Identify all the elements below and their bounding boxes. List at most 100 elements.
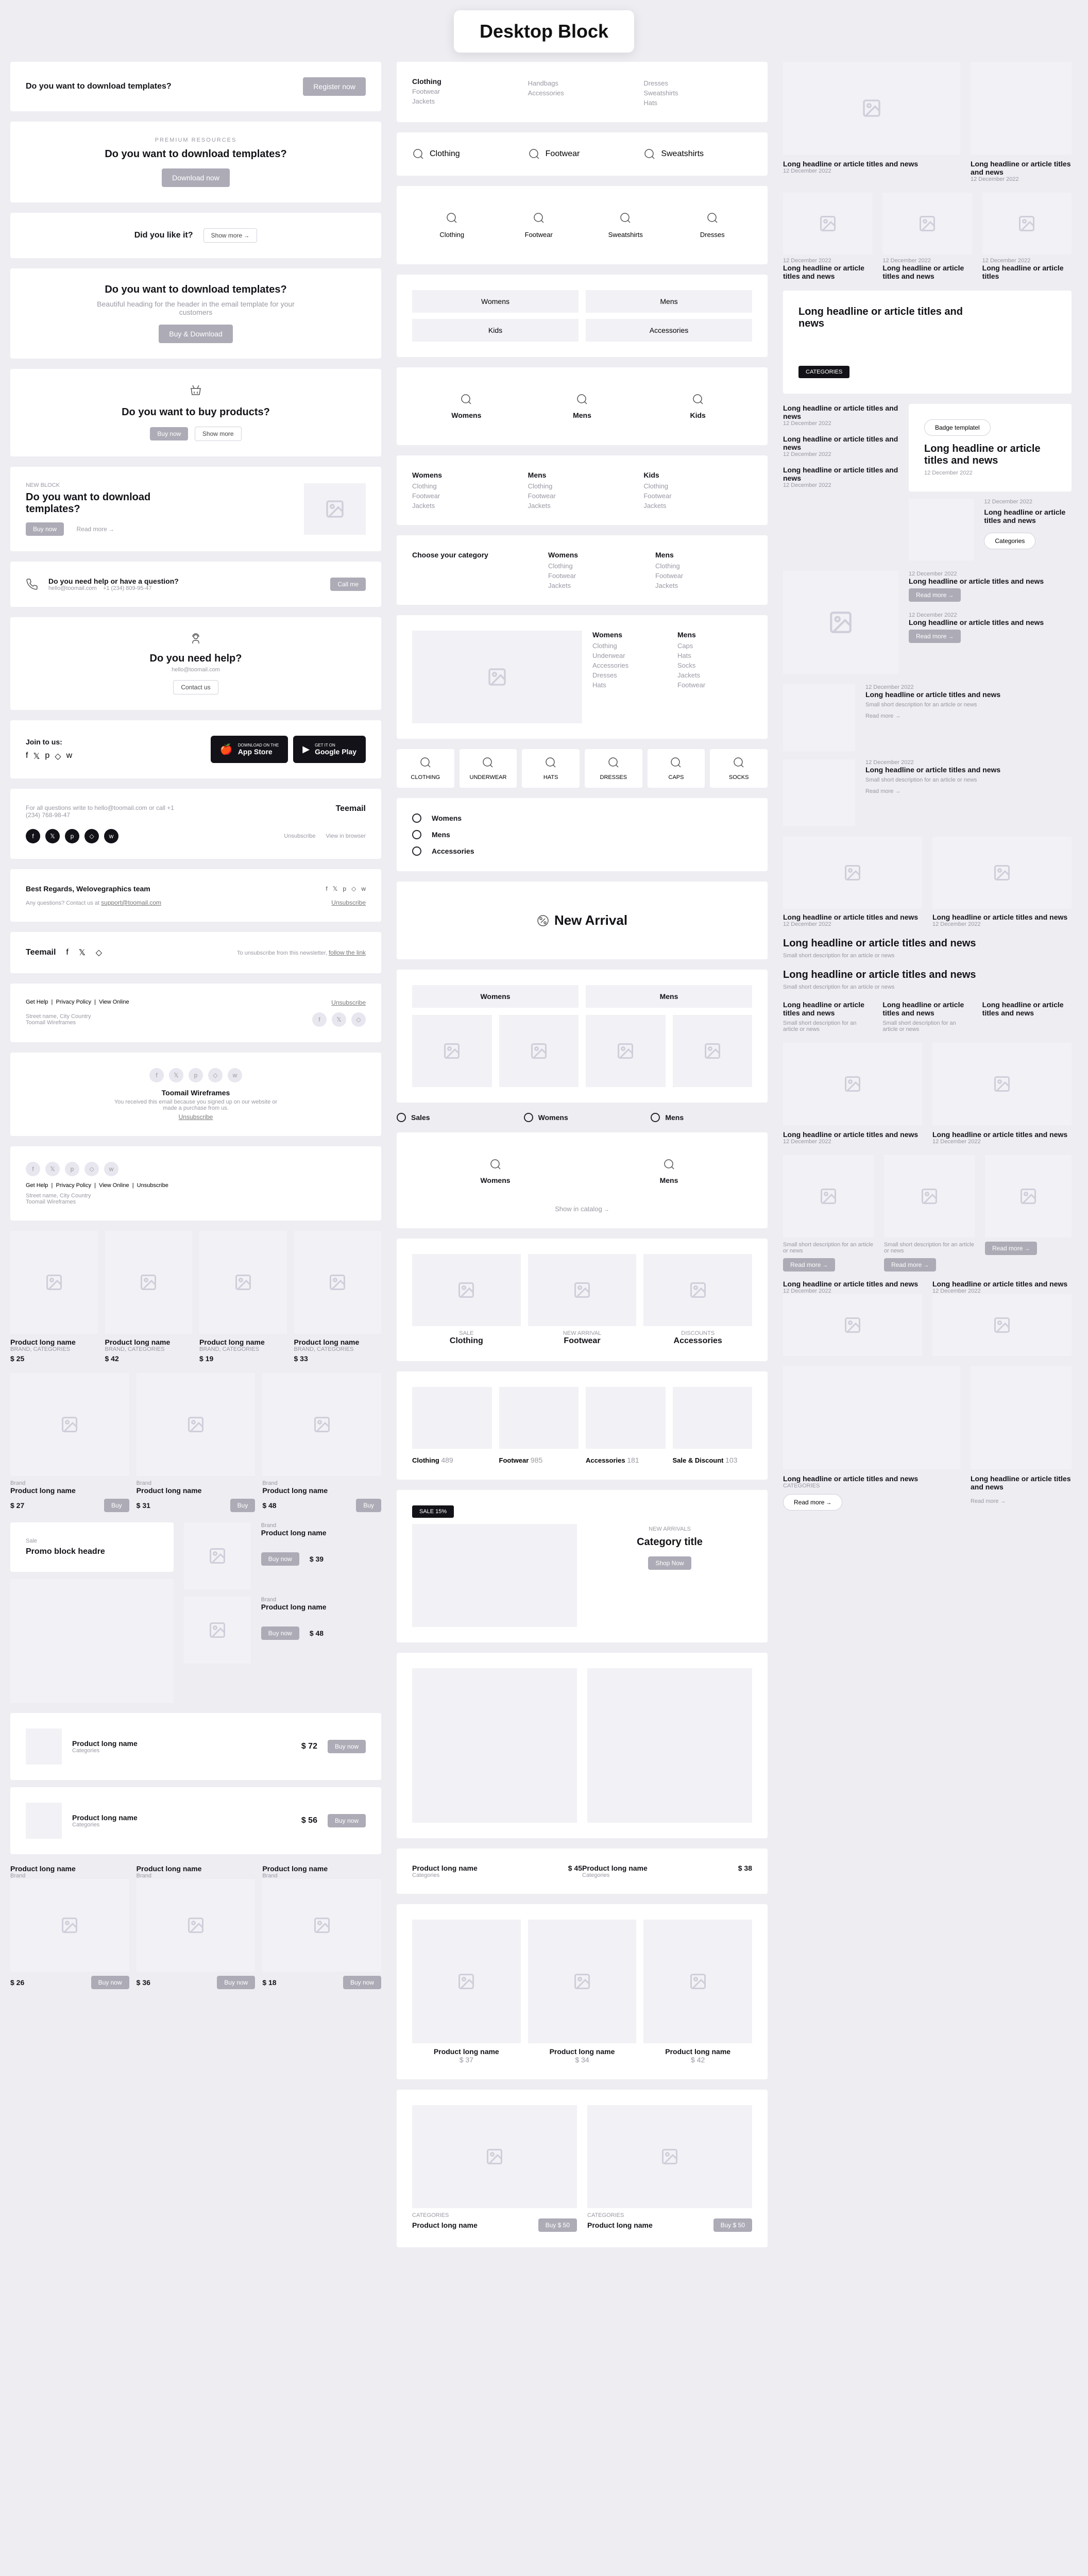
twitter-icon[interactable]: 𝕏 — [333, 885, 338, 892]
product-card[interactable]: CATEGORIESProduct long nameBuy $ 50 — [587, 2105, 752, 2232]
buy-button[interactable]: Buy now — [91, 1976, 129, 1989]
read-more-button[interactable]: Read more — [909, 630, 961, 643]
category-tab[interactable]: Womens — [412, 290, 579, 313]
category-tile[interactable]: Womens — [412, 383, 521, 430]
article-title[interactable]: Long headline or article titles and news — [971, 1475, 1072, 1491]
product-card[interactable]: Product long nameBRAND, CATEGORIES$ 33 — [294, 1231, 382, 1363]
read-more-link[interactable]: Read more — [76, 526, 114, 533]
twitter-icon[interactable]: 𝕏 — [332, 1012, 346, 1027]
read-more-link[interactable]: Read more — [865, 788, 900, 794]
show-more-button[interactable]: Show more — [203, 228, 258, 243]
article-card[interactable]: Long headline or article titles and news — [982, 1001, 1072, 1032]
article-card[interactable]: Long headline or article titles and news… — [783, 837, 922, 927]
register-button[interactable]: Register now — [303, 77, 366, 96]
category-tile[interactable]: NEW ARRIVALFootwear — [528, 1254, 637, 1346]
googleplay-button[interactable]: ▶ GET IT ONGoogle Play — [293, 736, 366, 763]
product-row[interactable]: Product long nameCategories$ 72Buy now — [10, 1713, 381, 1780]
facebook-icon[interactable]: f — [149, 1068, 164, 1082]
category-tab[interactable]: Womens — [412, 985, 579, 1008]
category-tile[interactable]: DISCOUNTSAccessories — [643, 1254, 752, 1346]
category-tile[interactable]: Clothing — [412, 201, 492, 249]
category-tile[interactable]: Kids — [643, 383, 752, 430]
twitter-icon[interactable]: 𝕏 — [45, 1162, 60, 1176]
buy-now-button[interactable]: Buy now — [26, 522, 64, 536]
article-row[interactable]: 12 December 2022Long headline or article… — [783, 684, 1072, 751]
unsubscribe-link[interactable]: follow the link — [329, 949, 366, 956]
article-title[interactable]: Long headline or article titles and news — [783, 1475, 960, 1483]
pinterest-icon[interactable]: p — [189, 1068, 203, 1082]
product-card[interactable]: Product long name$ 34 — [528, 1920, 637, 2064]
facebook-icon[interactable]: f — [326, 885, 327, 892]
category-tile[interactable]: Mens — [528, 383, 637, 430]
categories-button[interactable]: Categories — [984, 533, 1035, 549]
read-more-link[interactable]: Read more — [865, 713, 900, 719]
article-row[interactable]: 12 December 2022Long headline or article… — [783, 759, 1072, 826]
buy-download-button[interactable]: Buy & Download — [159, 325, 233, 343]
read-more-button[interactable]: Read more — [909, 588, 961, 602]
buy-button[interactable]: Buy $ 50 — [538, 2218, 577, 2232]
category-tile[interactable]: Dresses — [673, 201, 753, 249]
category-row[interactable]: Womens — [412, 814, 752, 823]
article-item[interactable]: Long headline or article titles and news… — [783, 404, 898, 427]
category-tab[interactable]: Sweatshirts — [643, 148, 752, 160]
category-tile[interactable]: Sweatshirts — [586, 201, 666, 249]
twitter-icon[interactable]: 𝕏 — [79, 947, 86, 958]
article-item[interactable]: Long headline or article titles and news… — [783, 435, 898, 457]
contact-button[interactable]: Contact us — [173, 680, 218, 694]
pinterest-icon[interactable]: p — [65, 1162, 79, 1176]
product-card[interactable]: Product long nameBrand$ 36Buy now — [137, 1865, 256, 1989]
category-tile[interactable]: Mens — [586, 1148, 752, 1195]
instagram-icon[interactable]: ◇ — [84, 1162, 99, 1176]
instagram-icon[interactable]: ◇ — [55, 751, 61, 761]
product-card[interactable]: Product long nameBRAND, CATEGORIES$ 42 — [105, 1231, 193, 1363]
article-card[interactable]: Read more — [985, 1155, 1072, 1272]
facebook-icon[interactable]: f — [26, 1162, 40, 1176]
article-card[interactable]: Long headline or article titles and news… — [932, 1280, 1072, 1356]
read-more-link[interactable]: Read more — [971, 1498, 1006, 1504]
article-card[interactable]: Long headline or article titles and news… — [783, 1280, 922, 1356]
category-tile[interactable]: Womens — [412, 1148, 579, 1195]
article-card[interactable]: Small short description for an article o… — [783, 1155, 874, 1272]
facebook-icon[interactable]: f — [26, 751, 28, 761]
read-more-button[interactable]: Read more — [783, 1258, 835, 1272]
appstore-button[interactable]: 🍎 DOWNLOAD ON THEApp Store — [211, 736, 288, 763]
article-card[interactable]: Long headline or article titles and news… — [932, 837, 1072, 927]
show-catalog-link[interactable]: Show in catalog — [412, 1205, 752, 1213]
twitter-icon[interactable]: 𝕏 — [169, 1068, 183, 1082]
link[interactable]: Privacy Policy — [56, 999, 91, 1005]
buy-button[interactable]: Buy — [356, 1499, 381, 1512]
product-row[interactable]: BrandProduct long nameBuy now$ 48 — [184, 1597, 381, 1664]
call-me-button[interactable]: Call me — [330, 578, 366, 591]
category-link[interactable]: Sales — [397, 1113, 514, 1122]
product-row[interactable]: BrandProduct long nameBuy now$ 39 — [184, 1522, 381, 1589]
product-card[interactable]: BrandProduct long name$ 48Buy — [262, 1373, 381, 1512]
show-more-button[interactable]: Show more — [195, 427, 242, 441]
support-email-link[interactable]: support@toomail.com — [101, 899, 161, 906]
article-item[interactable]: 12 December 2022Long headline or article… — [909, 571, 1072, 602]
article-item[interactable]: 12 December 2022Long headline or article… — [909, 612, 1072, 643]
pinterest-icon[interactable]: p — [45, 751, 49, 761]
buy-now-button[interactable]: Buy now — [150, 427, 188, 440]
article-title[interactable]: Long headline or article titles and news — [971, 160, 1072, 176]
category-count[interactable]: Clothing 489 — [412, 1456, 492, 1464]
vk-icon[interactable]: w — [361, 885, 366, 892]
vk-icon[interactable]: w — [66, 751, 73, 761]
product-card[interactable]: Product long name$ 42 — [643, 1920, 752, 2064]
buy-button[interactable]: Buy now — [261, 1552, 299, 1566]
product-row[interactable]: Product long nameCategories$ 56Buy now — [10, 1787, 381, 1854]
vk-icon[interactable]: w — [104, 829, 118, 843]
article-full[interactable]: Long headline or article titles and news… — [783, 969, 1072, 990]
category-tile[interactable]: HATS — [522, 749, 580, 788]
product-card[interactable]: Product long name$ 37 — [412, 1920, 521, 2064]
category-row[interactable]: Mens — [412, 830, 752, 839]
category-tab[interactable]: Accessories — [586, 319, 752, 342]
facebook-icon[interactable]: f — [66, 948, 68, 957]
read-more-button[interactable]: Read more — [783, 1494, 842, 1511]
buy-button[interactable]: Buy now — [328, 1814, 366, 1827]
category-count[interactable]: Accessories 181 — [586, 1456, 666, 1464]
article-title[interactable]: Long headline or article titles and news — [798, 306, 963, 330]
unsubscribe-link[interactable]: Unsubscribe — [284, 833, 315, 839]
link[interactable]: View Online — [99, 1182, 129, 1189]
link[interactable]: Get Help — [26, 999, 48, 1005]
category-link[interactable]: Womens — [524, 1113, 641, 1122]
